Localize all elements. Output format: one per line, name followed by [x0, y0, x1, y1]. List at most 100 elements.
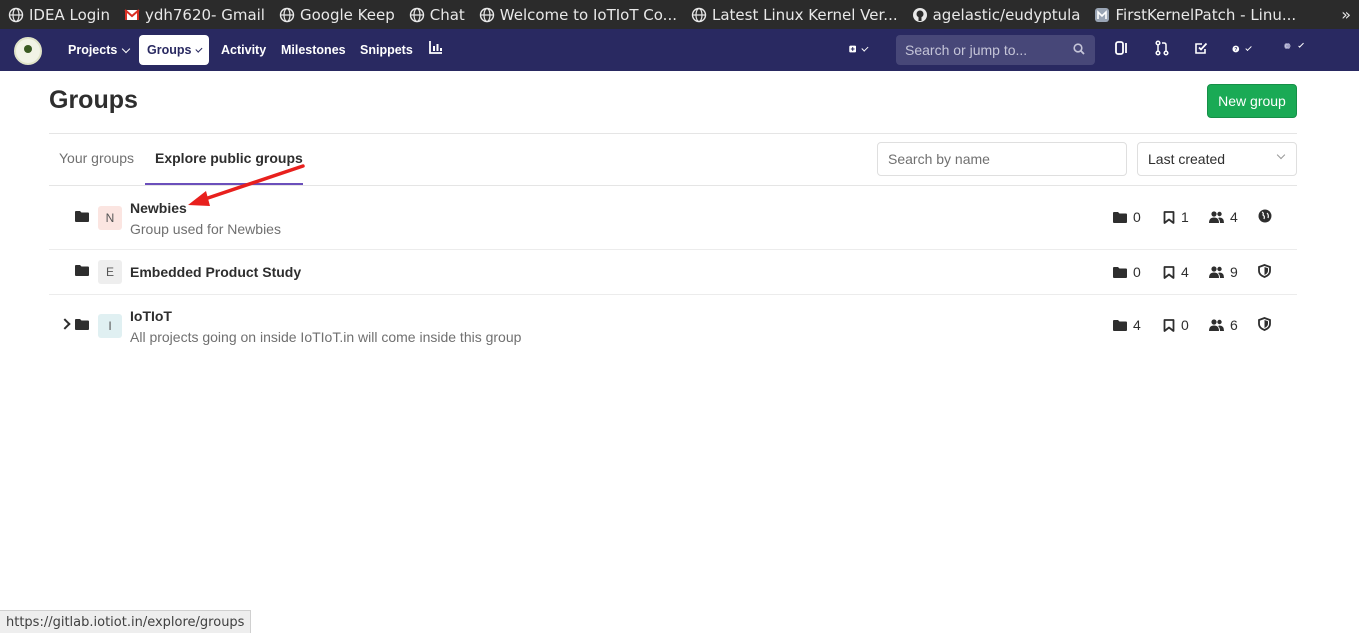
group-avatar: E — [98, 260, 122, 284]
avatar-icon — [1284, 42, 1291, 50]
globe-icon — [479, 7, 495, 23]
stat-value: 0 — [1133, 264, 1141, 280]
nav-snippets[interactable]: Snippets — [352, 35, 421, 65]
chevron-down-icon — [1276, 150, 1286, 160]
users-icon — [1209, 319, 1224, 331]
projects-count: 0 — [1163, 317, 1189, 333]
visibility-internal-shield-icon — [1258, 264, 1277, 278]
bookmark-label: Chat — [429, 5, 465, 24]
github-icon — [912, 7, 928, 23]
users-icon — [1209, 211, 1224, 223]
search-icon — [1073, 43, 1085, 55]
bookmark-label: Google Keep — [299, 5, 395, 24]
nav-milestones[interactable]: Milestones — [273, 35, 354, 65]
stat-value: 4 — [1133, 317, 1141, 333]
more-bookmarks-button[interactable]: » — [1341, 5, 1351, 24]
bookmark-label: Latest Linux Kernel Ver... — [711, 5, 898, 24]
globe-icon — [279, 7, 295, 23]
bookmark-eudyptula[interactable]: agelastic/eudyptula — [912, 6, 1080, 24]
folder-icon — [75, 319, 89, 330]
group-name-link[interactable]: Newbies — [130, 200, 187, 216]
nav-label: Snippets — [360, 43, 413, 57]
new-item-dropdown[interactable] — [849, 40, 869, 58]
chart-icon[interactable] — [429, 40, 447, 58]
nav-label: Groups — [147, 43, 192, 57]
folder-icon — [75, 265, 89, 276]
globe-icon — [8, 7, 24, 23]
divider — [49, 133, 1297, 134]
gmail-icon — [124, 7, 140, 23]
annotation-arrow-icon — [188, 164, 305, 206]
mediawiki-icon — [1094, 7, 1110, 23]
group-description: All projects going on inside IoTIoT.in w… — [130, 329, 522, 345]
group-name-link[interactable]: Embedded Product Study — [130, 264, 301, 280]
users-icon — [1209, 266, 1224, 278]
stat-value: 6 — [1230, 317, 1238, 333]
bookmark-first-kernel-patch[interactable]: FirstKernelPatch - Linu... — [1094, 6, 1296, 24]
projects-count: 1 — [1163, 209, 1189, 225]
bookmark-label: Welcome to IoTIoT Co... — [499, 5, 677, 24]
nav-projects-dropdown[interactable]: Projects — [60, 35, 137, 65]
search-placeholder: Search or jump to... — [905, 42, 1028, 58]
sort-dropdown[interactable]: Last created — [1137, 142, 1297, 176]
bookmark-icon — [1163, 318, 1175, 332]
group-avatar: N — [98, 206, 122, 230]
globe-icon — [409, 7, 425, 23]
sort-selected-value: Last created — [1148, 151, 1226, 167]
stat-value: 0 — [1181, 317, 1189, 333]
group-description: Group used for Newbies — [130, 221, 281, 237]
group-avatar: I — [98, 314, 122, 338]
top-navbar: Projects Groups Activity Milestones Snip… — [0, 29, 1359, 71]
svg-text:?: ? — [1234, 47, 1237, 53]
chevron-down-icon — [195, 45, 203, 52]
subgroups-count: 0 — [1113, 209, 1141, 225]
subgroups-count: 4 — [1113, 317, 1141, 333]
group-row[interactable]: I IoTIoT All projects going on inside Io… — [49, 295, 1297, 357]
nav-activity[interactable]: Activity — [213, 35, 274, 65]
globe-icon — [691, 7, 707, 23]
bookmark-gmail[interactable]: ydh7620- Gmail — [124, 6, 265, 24]
page-title: Groups — [49, 86, 138, 114]
folder-icon — [75, 211, 89, 222]
stat-value: 1 — [1181, 209, 1189, 225]
folder-icon — [1113, 211, 1127, 223]
members-count: 9 — [1209, 264, 1238, 280]
bookmark-iotiot[interactable]: Welcome to IoTIoT Co... — [479, 6, 677, 24]
stat-value: 4 — [1181, 264, 1189, 280]
group-row[interactable]: E Embedded Product Study 0 4 9 — [49, 250, 1297, 295]
nav-groups-dropdown[interactable]: Groups — [139, 35, 209, 65]
stat-value: 0 — [1133, 209, 1141, 225]
chevron-down-icon — [861, 44, 869, 51]
help-dropdown[interactable]: ? — [1232, 40, 1252, 58]
bookmark-idea-login[interactable]: IDEA Login — [8, 6, 110, 24]
sidebar-toggle-icon[interactable] — [1114, 40, 1132, 58]
stat-value: 4 — [1230, 209, 1238, 225]
members-count: 6 — [1209, 317, 1238, 333]
bookmark-icon — [1163, 210, 1175, 224]
new-group-button[interactable]: New group — [1207, 84, 1297, 118]
folder-icon — [1113, 266, 1127, 278]
group-name-link[interactable]: IoTIoT — [130, 308, 172, 324]
bookmark-icon — [1163, 265, 1175, 279]
members-count: 4 — [1209, 209, 1238, 225]
merge-request-icon[interactable] — [1154, 40, 1172, 58]
bookmark-label: ydh7620- Gmail — [144, 5, 265, 24]
chevron-down-icon — [1297, 41, 1304, 48]
subgroups-count: 0 — [1113, 264, 1141, 280]
bookmark-google-keep[interactable]: Google Keep — [279, 6, 395, 24]
stat-value: 9 — [1230, 264, 1238, 280]
user-menu-dropdown[interactable] — [1284, 37, 1304, 55]
search-input[interactable]: Search or jump to... — [896, 35, 1095, 65]
bookmarks-bar: IDEA Login ydh7620- Gmail Google Keep Ch… — [0, 0, 1359, 29]
gitlab-logo[interactable] — [14, 37, 42, 65]
visibility-internal-shield-icon — [1258, 317, 1277, 331]
bookmark-chat[interactable]: Chat — [409, 6, 465, 24]
chevron-down-icon — [1244, 44, 1252, 51]
bookmark-linux-kernel[interactable]: Latest Linux Kernel Ver... — [691, 6, 898, 24]
todo-icon[interactable] — [1193, 40, 1211, 58]
nav-label: Milestones — [281, 43, 346, 57]
tab-your-groups[interactable]: Your groups — [59, 150, 134, 166]
chevron-right-icon[interactable] — [59, 318, 71, 330]
visibility-public-icon — [1258, 209, 1278, 223]
search-by-name-input[interactable]: Search by name — [877, 142, 1127, 176]
